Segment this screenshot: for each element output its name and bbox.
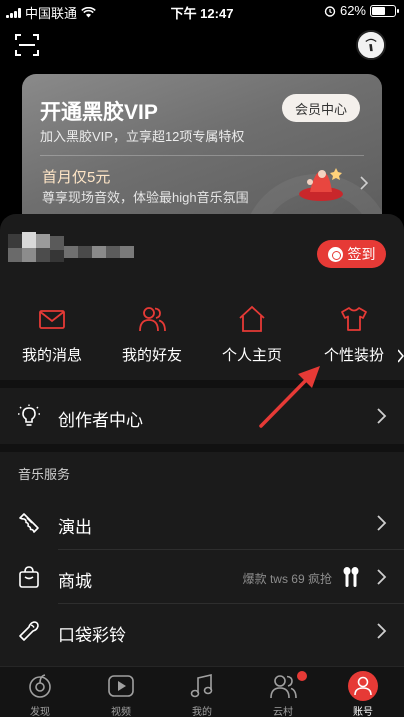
- vip-card[interactable]: 开通黑胶VIP 加入黑胶VIP，立享超12项专属特权 会员中心 首月仅5元 尊享…: [22, 74, 382, 234]
- shows-chevron-icon: [377, 515, 387, 531]
- vip-promo-illustration: [299, 168, 343, 201]
- ticket-icon: [19, 513, 39, 533]
- scan-icon[interactable]: [14, 32, 40, 58]
- vip-center-button[interactable]: 会员中心: [282, 94, 360, 122]
- vip-promo-chevron-icon: [360, 176, 368, 190]
- mall-chevron-icon: [377, 569, 387, 585]
- shows-label: 演出: [58, 518, 92, 537]
- tab-mine[interactable]: 我的: [172, 671, 232, 717]
- tab-discover[interactable]: 发现: [10, 671, 70, 717]
- section-separator: [0, 380, 404, 388]
- avatar[interactable]: [356, 30, 386, 60]
- shortcut-more-chevron-icon[interactable]: [398, 349, 404, 363]
- video-icon: [108, 675, 134, 697]
- battery-percent: 62%: [339, 3, 366, 18]
- mall-promo-text: 爆款 tws 69 疯抢: [242, 572, 332, 586]
- vip-promo-title: 首月仅5元: [42, 169, 111, 186]
- creator-center-label: 创作者中心: [58, 411, 143, 430]
- tab-mine-label: 我的: [192, 707, 212, 717]
- checkin-label: 签到: [347, 246, 376, 262]
- creator-center-row[interactable]: 创作者中心: [0, 388, 404, 444]
- ringtone-chevron-icon: [377, 623, 387, 639]
- tab-community-label: 云村: [273, 707, 293, 717]
- shortcut-homepage[interactable]: 个人主页: [207, 304, 297, 365]
- battery-fill: [372, 6, 385, 15]
- tab-account[interactable]: 账号: [333, 671, 393, 717]
- shortcut-friends-label: 我的好友: [121, 347, 182, 364]
- lightbulb-icon: [18, 404, 40, 426]
- tab-bar: 发现 视频 我的 云村 账号: [0, 666, 404, 717]
- vip-divider: [40, 155, 364, 156]
- ringtone-icon: [19, 621, 39, 641]
- shortcut-messages-label: 我的消息: [21, 347, 82, 364]
- top-row: [0, 28, 404, 68]
- user-name-blurred[interactable]: [8, 232, 134, 270]
- tab-discover-label: 发现: [30, 707, 50, 717]
- music-services-title: 音乐服务: [18, 467, 71, 482]
- shortcut-messages[interactable]: 我的消息: [7, 304, 97, 365]
- tab-video-label: 视频: [111, 707, 131, 717]
- account-icon: [348, 671, 378, 701]
- tab-account-label: 账号: [353, 707, 373, 717]
- avatar-image: [358, 32, 384, 58]
- vip-title: 开通黑胶VIP: [40, 101, 158, 124]
- community-icon: [270, 675, 297, 699]
- notification-dot: [297, 671, 307, 681]
- shows-row[interactable]: 演出: [0, 495, 404, 551]
- mall-label: 商城: [58, 572, 92, 591]
- section-separator: [0, 444, 404, 452]
- status-right: 62%: [324, 3, 399, 18]
- battery-icon: [370, 4, 399, 17]
- annotation-arrow: [259, 366, 320, 428]
- ringtone-row[interactable]: 口袋彩铃: [0, 603, 404, 659]
- shortcut-row: 我的消息 我的好友 个人主页 个性装扮: [0, 304, 404, 376]
- mail-icon: [39, 310, 65, 329]
- discover-icon: [29, 674, 51, 698]
- shopping-bag-icon: [19, 566, 39, 588]
- checkin-icon: [327, 246, 343, 262]
- checkin-button[interactable]: 签到: [317, 240, 386, 268]
- vip-subtitle: 加入黑胶VIP，立享超12项专属特权: [40, 129, 245, 144]
- earbuds-icon: [343, 567, 359, 587]
- alarm-icon: [324, 5, 336, 17]
- ringtone-label: 口袋彩铃: [58, 626, 126, 645]
- shortcut-friends[interactable]: 我的好友: [107, 304, 197, 365]
- music-note-icon: [190, 673, 213, 698]
- mall-row[interactable]: 商城 爆款 tws 69 疯抢: [0, 549, 404, 605]
- friends-icon: [139, 307, 166, 332]
- home-icon: [239, 305, 265, 332]
- vip-promo-subtitle: 尊享现场音效，体验最high音乐氛围: [42, 190, 249, 205]
- tshirt-icon: [341, 307, 367, 331]
- shortcut-dressup[interactable]: 个性装扮: [309, 304, 399, 365]
- status-bar: 中国联通 下午 12:47 62%: [0, 0, 404, 22]
- creator-center-chevron-icon: [377, 408, 387, 424]
- tab-video[interactable]: 视频: [91, 671, 151, 717]
